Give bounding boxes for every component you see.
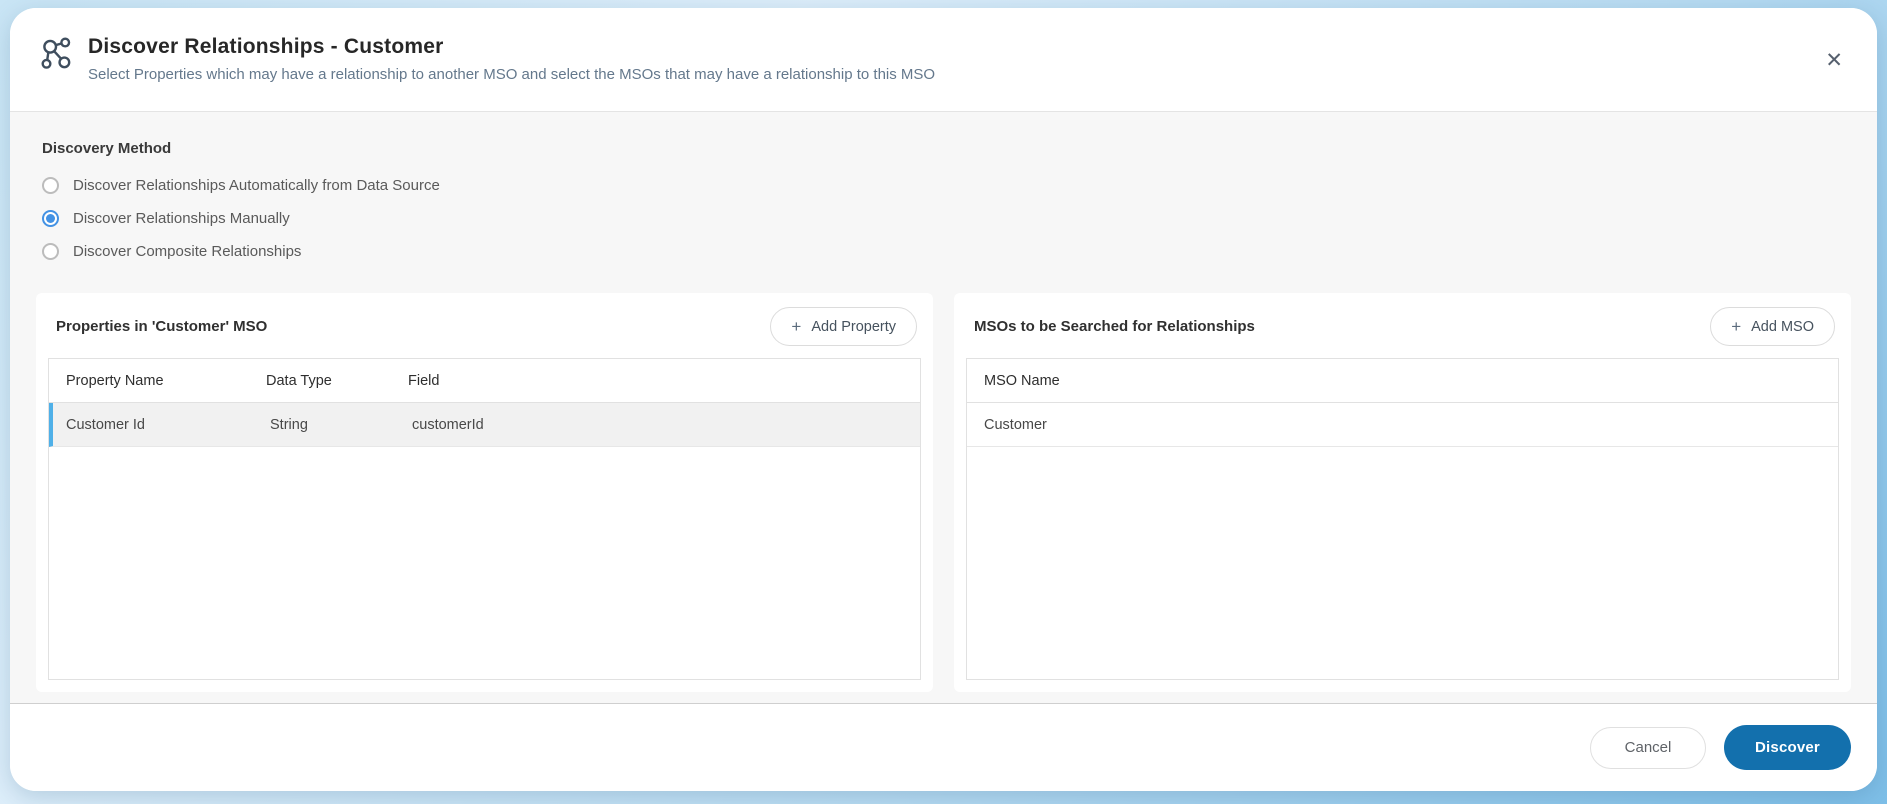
- radio-label: Discover Relationships Manually: [73, 210, 290, 227]
- cell-data-type: String: [270, 416, 308, 433]
- plus-icon: +: [791, 317, 802, 336]
- column-header-mso-name: MSO Name: [984, 372, 1060, 389]
- properties-table-header: Property Name Data Type Field: [49, 359, 920, 403]
- radio-circle-icon[interactable]: [42, 177, 59, 194]
- properties-table: Property Name Data Type Field Customer I…: [48, 358, 921, 680]
- cell-property-name: Customer Id: [66, 416, 145, 433]
- radio-label: Discover Relationships Automatically fro…: [73, 177, 440, 194]
- dialog-footer: Cancel Discover: [10, 703, 1877, 791]
- add-mso-label: Add MSO: [1751, 318, 1814, 335]
- msos-table: MSO Name Customer: [966, 358, 1839, 680]
- header-titles: Discover Relationships - Customer Select…: [88, 35, 1847, 83]
- table-row[interactable]: Customer: [967, 403, 1838, 447]
- dialog-header: Discover Relationships - Customer Select…: [10, 8, 1877, 112]
- radio-circle-selected-icon[interactable]: [42, 210, 59, 227]
- msos-panel-header: MSOs to be Searched for Relationships + …: [966, 303, 1839, 358]
- discover-button[interactable]: Discover: [1724, 725, 1851, 770]
- properties-panel: Properties in 'Customer' MSO + Add Prope…: [36, 293, 933, 692]
- add-property-label: Add Property: [811, 318, 896, 335]
- properties-panel-title: Properties in 'Customer' MSO: [56, 318, 268, 335]
- msos-panel: MSOs to be Searched for Relationships + …: [954, 293, 1851, 692]
- radio-discover-manually[interactable]: Discover Relationships Manually: [42, 202, 1851, 235]
- close-icon[interactable]: ✕: [1825, 50, 1843, 71]
- relationships-graph-icon: [41, 37, 71, 69]
- column-header-property-name: Property Name: [66, 372, 164, 389]
- cancel-button[interactable]: Cancel: [1590, 726, 1706, 769]
- cell-mso-name: Customer: [984, 416, 1047, 433]
- msos-table-header: MSO Name: [967, 359, 1838, 403]
- dialog-body: Discovery Method Discover Relationships …: [10, 112, 1877, 703]
- column-header-field: Field: [408, 372, 440, 389]
- radio-label: Discover Composite Relationships: [73, 243, 302, 260]
- radio-discover-automatically[interactable]: Discover Relationships Automatically fro…: [42, 169, 1851, 202]
- column-header-data-type: Data Type: [266, 372, 332, 389]
- radio-discover-composite[interactable]: Discover Composite Relationships: [42, 235, 1851, 268]
- properties-panel-header: Properties in 'Customer' MSO + Add Prope…: [48, 303, 921, 358]
- discovery-method-label: Discovery Method: [42, 140, 172, 157]
- cell-field: customerId: [412, 416, 484, 433]
- msos-panel-title: MSOs to be Searched for Relationships: [974, 318, 1255, 335]
- add-mso-button[interactable]: + Add MSO: [1710, 307, 1835, 346]
- discover-relationships-dialog: Discover Relationships - Customer Select…: [10, 8, 1877, 791]
- add-property-button[interactable]: + Add Property: [770, 307, 917, 346]
- plus-icon: +: [1731, 317, 1742, 336]
- dialog-title: Discover Relationships - Customer: [88, 35, 444, 58]
- dialog-subtitle: Select Properties which may have a relat…: [88, 66, 936, 83]
- panels-row: Properties in 'Customer' MSO + Add Prope…: [36, 293, 1851, 692]
- radio-circle-icon[interactable]: [42, 243, 59, 260]
- table-row[interactable]: Customer Id String customerId: [49, 403, 920, 447]
